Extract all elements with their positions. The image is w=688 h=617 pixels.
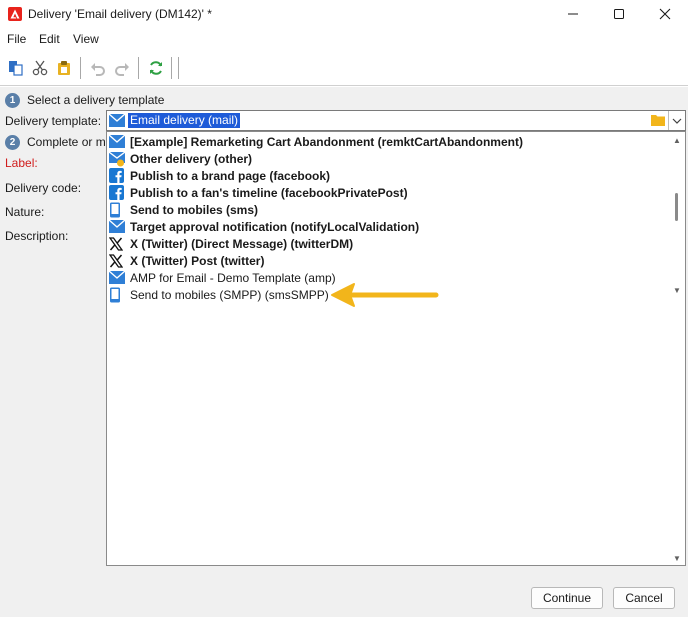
- step-2-badge: 2: [5, 135, 20, 150]
- cancel-button[interactable]: Cancel: [613, 587, 675, 609]
- continue-button[interactable]: Continue: [531, 587, 603, 609]
- window-title: Delivery 'Email delivery (DM142)' *: [28, 7, 212, 21]
- scroll-thumb[interactable]: [675, 193, 678, 221]
- list-item[interactable]: [Example] Remarketing Cart Abandonment (…: [109, 133, 669, 150]
- email-icon: [108, 113, 126, 130]
- step-1-title: Select a delivery template: [27, 93, 165, 107]
- undo-icon[interactable]: [88, 58, 108, 78]
- close-icon[interactable]: [642, 0, 688, 28]
- mobile-icon: [109, 202, 127, 218]
- email-icon: [109, 134, 127, 150]
- list-item-label: X (Twitter) (Direct Message) (twitterDM): [130, 236, 354, 251]
- step-2-title: Complete or m: [27, 135, 106, 149]
- toolbar-separator: [80, 57, 81, 79]
- toolbar-separator: [138, 57, 139, 79]
- facebook-icon: [109, 168, 127, 184]
- list-item[interactable]: Publish to a brand page (facebook): [109, 167, 669, 184]
- facebook-icon: [109, 185, 127, 201]
- copy-icon[interactable]: [6, 58, 26, 78]
- list-item[interactable]: Other delivery (other): [109, 150, 669, 167]
- refresh-icon[interactable]: [146, 58, 166, 78]
- list-item-label: Send to mobiles (SMPP) (smsSMPP): [130, 287, 329, 302]
- title-bar: Delivery 'Email delivery (DM142)' *: [0, 0, 688, 28]
- paste-icon[interactable]: [54, 58, 74, 78]
- list-item[interactable]: X (Twitter) (Direct Message) (twitterDM): [109, 235, 669, 252]
- content-area: 1 Select a delivery template Delivery te…: [0, 87, 688, 617]
- maximize-icon[interactable]: [596, 0, 642, 28]
- list-item-label: [Example] Remarketing Cart Abandonment (…: [130, 134, 523, 149]
- description-label: Description:: [5, 229, 69, 243]
- toolbar: [0, 50, 688, 86]
- list-item-label: Send to mobiles (sms): [130, 202, 259, 217]
- list-item[interactable]: Target approval notification (notifyLoca…: [109, 218, 669, 235]
- delivery-code-label: Delivery code:: [5, 181, 82, 195]
- list-item-label: X (Twitter) Post (twitter): [130, 253, 265, 268]
- menu-bar: File Edit View: [0, 29, 688, 49]
- list-item[interactable]: Send to mobiles (sms): [109, 201, 669, 218]
- annotation-arrow-icon: [328, 282, 440, 313]
- toolbar-separator: [171, 57, 172, 79]
- list-item-label: Publish to a brand page (facebook): [130, 168, 331, 183]
- list-item-label: Target approval notification (notifyLoca…: [130, 219, 420, 234]
- minimize-icon[interactable]: [550, 0, 596, 28]
- cut-icon[interactable]: [30, 58, 50, 78]
- dropdown-scrollbar[interactable]: ▲ ▼ ▼: [671, 134, 683, 564]
- chevron-down-icon[interactable]: [668, 111, 685, 130]
- list-item-label: Publish to a fan's timeline (facebookPri…: [130, 185, 408, 200]
- email-icon: [109, 270, 127, 286]
- folder-icon[interactable]: [651, 114, 665, 129]
- x-twitter-icon: [109, 253, 127, 269]
- menu-file[interactable]: File: [7, 32, 26, 46]
- list-item[interactable]: Publish to a fan's timeline (facebookPri…: [109, 184, 669, 201]
- delivery-template-value[interactable]: Email delivery (mail): [128, 113, 241, 128]
- list-item-label: AMP for Email - Demo Template (amp): [130, 270, 336, 285]
- mobile-icon: [109, 287, 127, 303]
- email-icon: [109, 219, 127, 235]
- menu-edit[interactable]: Edit: [39, 32, 60, 46]
- delivery-template-label: Delivery template:: [5, 114, 102, 128]
- template-dropdown-list[interactable]: [Example] Remarketing Cart Abandonment (…: [106, 131, 686, 566]
- x-twitter-icon: [109, 236, 127, 252]
- list-item[interactable]: X (Twitter) Post (twitter): [109, 252, 669, 269]
- scroll-up-icon[interactable]: ▲: [671, 134, 683, 146]
- step-1-badge: 1: [5, 93, 20, 108]
- adobe-campaign-icon: [8, 7, 22, 21]
- toolbar-separator: [178, 57, 179, 79]
- list-item-label: Other delivery (other): [130, 151, 253, 166]
- delivery-template-combo[interactable]: Email delivery (mail): [106, 110, 686, 131]
- scroll-down-icon[interactable]: ▼: [671, 552, 683, 564]
- redo-icon[interactable]: [112, 58, 132, 78]
- menu-view[interactable]: View: [73, 32, 99, 46]
- nature-label: Nature:: [5, 205, 45, 219]
- label-field-label: Label:: [5, 156, 38, 170]
- other-delivery-icon: [109, 150, 127, 167]
- scroll-down-icon[interactable]: ▼: [671, 284, 683, 296]
